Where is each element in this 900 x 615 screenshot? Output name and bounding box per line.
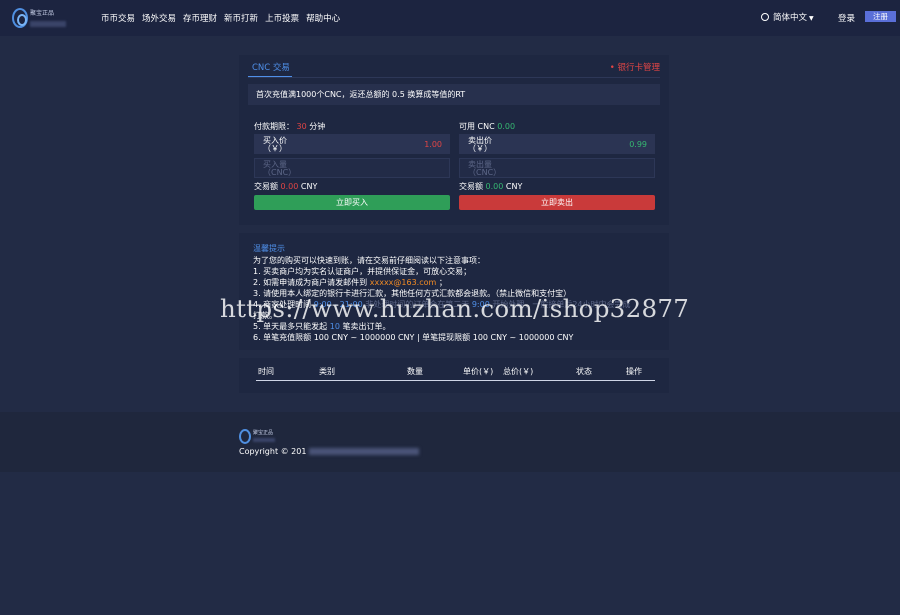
- globe-icon: [761, 13, 769, 21]
- daily-order-limit: 10: [329, 322, 340, 331]
- sell-amount-placeholder: 卖出量 （CNC）: [468, 161, 501, 177]
- language-selector[interactable]: 简体中文 ▼: [761, 12, 816, 25]
- tip-item-3: 3. 请使用本人绑定的银行卡进行汇款，其他任何方式汇款都会退款。（禁止微信和支付…: [253, 289, 572, 298]
- buy-price-value: 1.00: [424, 140, 442, 149]
- tip-item-4-text: 4. 商家处理时间: [253, 300, 312, 309]
- promo-notice: 首次充值满1000个CNC，返还总额的 0.5 换算成等值的RT: [248, 84, 660, 105]
- available-balance: 可用 CNC 0.00: [459, 121, 515, 132]
- tab-cnc-trade[interactable]: CNC 交易: [252, 61, 290, 73]
- payment-limit-value: 30: [296, 122, 307, 131]
- sell-price-value: 0.99: [629, 140, 647, 149]
- merchant-email[interactable]: xxxxx@163.com: [370, 278, 437, 287]
- nav-coin-trade[interactable]: 币币交易: [101, 12, 135, 24]
- footer: 聚宝正品 Copyright © 201: [0, 412, 900, 472]
- tab-divider: [248, 77, 660, 78]
- tip-item-5-end: 笔卖出订单。: [342, 322, 391, 331]
- sell-price-field[interactable]: 卖出价 （￥） 0.99: [459, 134, 655, 154]
- login-link[interactable]: 登录: [838, 12, 855, 24]
- logo-subtitle-blurred: [30, 21, 66, 27]
- sell-total-value: 0.00: [485, 182, 504, 191]
- footer-logo-title: 聚宝正品: [253, 430, 274, 436]
- buy-total: 交易额 0.00 CNY: [254, 181, 317, 192]
- tip-item-4-tail: 打款。: [253, 311, 277, 320]
- logo-icon[interactable]: [12, 8, 28, 28]
- tip-item-6: 6. 单笔充值限额 100 CNY ~ 1000000 CNY | 单笔提现限额…: [253, 333, 574, 342]
- tip-item-2-end: ；: [438, 278, 447, 287]
- register-button[interactable]: 注册: [865, 11, 896, 22]
- main-nav: 币币交易 场外交易 存币理财 新币打新 上币投票 帮助中心: [101, 12, 340, 24]
- tip-item-4-end: 开始处理，一般接单后24小时内会完成: [492, 300, 631, 309]
- payment-limit-unit: 分钟: [309, 122, 326, 131]
- nav-otc-trade[interactable]: 场外交易: [142, 12, 176, 24]
- processing-hours: 9:00 - 21:00: [313, 300, 363, 309]
- column-header-time: 时间: [258, 367, 274, 376]
- nav-listing-vote[interactable]: 上币投票: [265, 12, 299, 24]
- column-header-unit-price: 单价(￥): [463, 367, 494, 376]
- available-label: 可用 CNC: [459, 122, 495, 131]
- bank-card-management-link[interactable]: • 银行卡管理: [610, 61, 660, 73]
- buy-price-unit: （￥）: [263, 144, 287, 153]
- tips-title: 温馨提示: [253, 244, 285, 253]
- tip-item-5-text: 5. 单天最多只能发起: [253, 322, 328, 331]
- sell-amount-input[interactable]: 卖出量 （CNC）: [459, 158, 655, 178]
- next-day-time: 9:00: [471, 300, 490, 309]
- sell-now-button[interactable]: 立即卖出: [459, 195, 655, 210]
- buy-amount-placeholder: 买入量 （CNC）: [263, 161, 296, 177]
- table-header-divider: [256, 380, 655, 381]
- sell-amount-unit: （CNC）: [468, 168, 502, 177]
- column-header-status: 状态: [576, 367, 592, 376]
- buy-total-label: 交易额: [254, 182, 278, 191]
- buy-total-unit: CNY: [300, 182, 318, 191]
- nav-new-coin[interactable]: 新币打新: [224, 12, 258, 24]
- logo-title[interactable]: 聚宝正品: [30, 8, 54, 17]
- payment-limit: 付款期限： 30 分钟: [254, 121, 325, 132]
- column-header-total-price: 总价(￥): [503, 367, 534, 376]
- sell-total: 交易额 0.00 CNY: [459, 181, 522, 192]
- buy-now-button[interactable]: 立即买入: [254, 195, 450, 210]
- orders-table: 时间 类别 数量 单价(￥) 总价(￥) 状态 操作: [239, 358, 669, 393]
- language-label: 简体中文: [773, 13, 808, 23]
- footer-logo-icon: [239, 429, 251, 444]
- column-header-type: 类别: [319, 367, 335, 376]
- column-header-action: 操作: [626, 367, 642, 376]
- available-value: 0.00: [497, 122, 516, 131]
- tip-item-4: 4. 商家处理时间 9:00 - 21:00 非处理时间的订单会在第二天 9:0…: [253, 299, 669, 310]
- tip-item-2: 2. 如需申请成为商户请发邮件到 xxxxx@163.com ；: [253, 277, 669, 288]
- sell-price-label: 卖出价 （￥）: [468, 137, 492, 153]
- sell-price-unit: （￥）: [468, 144, 492, 153]
- buy-total-value: 0.00: [280, 182, 299, 191]
- trade-panel: CNC 交易 • 银行卡管理 首次充值满1000个CNC，返还总额的 0.5 换…: [239, 55, 669, 225]
- sell-total-unit: CNY: [505, 182, 523, 191]
- caret-down-icon: ▼: [809, 15, 814, 22]
- buy-amount-input[interactable]: 买入量 （CNC）: [254, 158, 450, 178]
- tip-item-5: 5. 单天最多只能发起 10 笔卖出订单。: [253, 321, 669, 332]
- tips-panel: 温馨提示 为了您的购买可以快速到账，请在交易前仔细阅读以下注意事项： 1. 买卖…: [239, 233, 669, 350]
- tip-item-1: 1. 买卖商户均为实名认证商户，并提供保证金，可放心交易；: [253, 267, 472, 276]
- top-header: 聚宝正品 币币交易 场外交易 存币理财 新币打新 上币投票 帮助中心 简体中文 ▼…: [0, 0, 900, 36]
- sell-total-label: 交易额: [459, 182, 483, 191]
- tips-intro: 为了您的购买可以快速到账，请在交易前仔细阅读以下注意事项：: [253, 256, 485, 265]
- payment-limit-label: 付款期限：: [254, 122, 294, 131]
- nav-savings[interactable]: 存币理财: [183, 12, 217, 24]
- copyright-blurred: [309, 448, 420, 455]
- column-header-quantity: 数量: [407, 367, 423, 376]
- footer-logo-subtitle-blurred: [253, 438, 275, 442]
- buy-price-label: 买入价 （￥）: [263, 137, 287, 153]
- nav-help-center[interactable]: 帮助中心: [306, 12, 340, 24]
- buy-amount-unit: （CNC）: [263, 168, 297, 177]
- tip-item-4-mid: 非处理时间的订单会在第二天: [365, 300, 470, 309]
- copyright: Copyright © 201: [239, 447, 420, 456]
- tip-item-2-text: 2. 如需申请成为商户请发邮件到: [253, 278, 368, 287]
- buy-price-field[interactable]: 买入价 （￥） 1.00: [254, 134, 450, 154]
- copyright-text: Copyright © 201: [239, 447, 307, 456]
